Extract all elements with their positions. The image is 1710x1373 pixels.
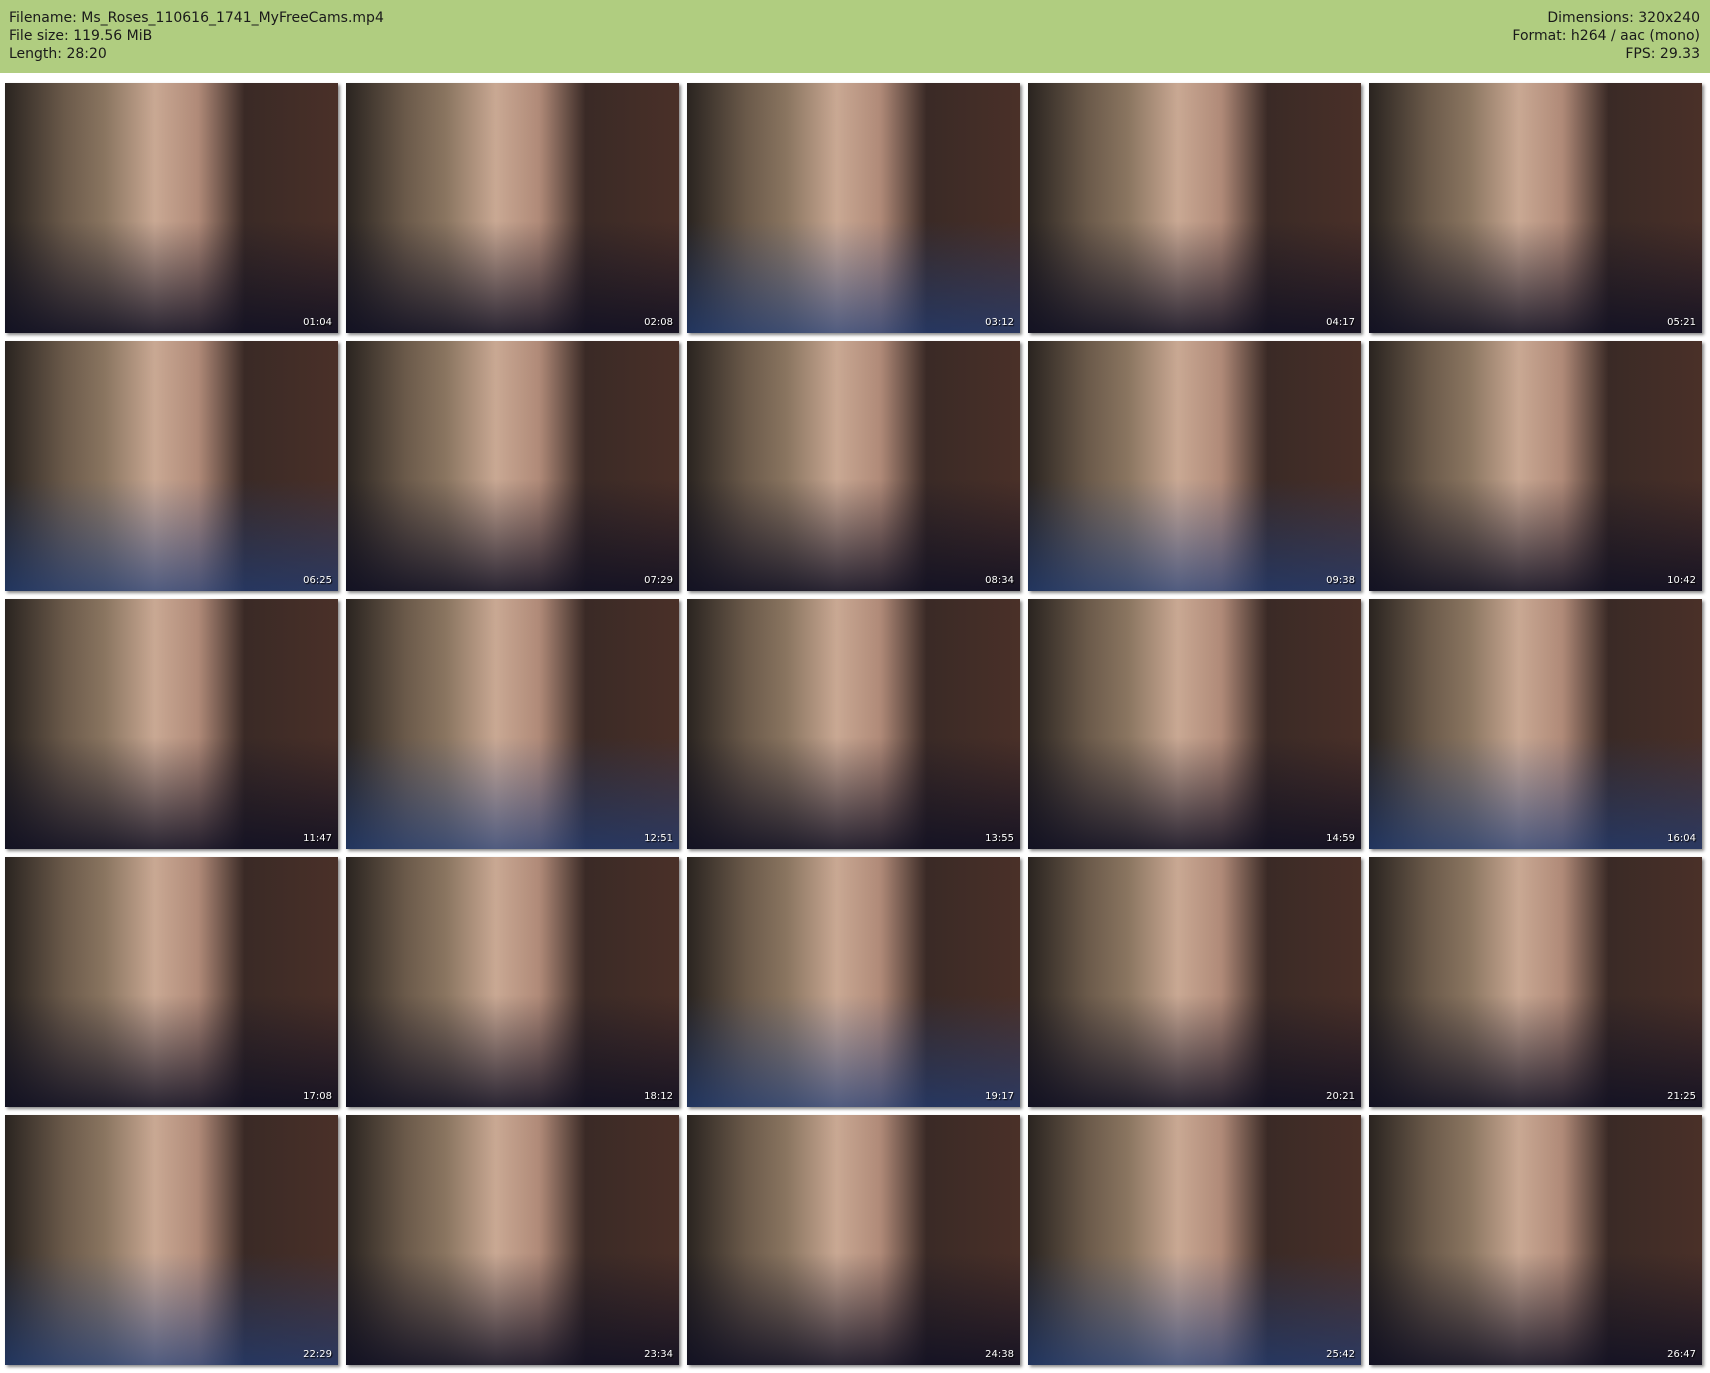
video-frame-thumbnail: 07:29 [346, 341, 679, 591]
video-frame-thumbnail: 14:59 [1028, 599, 1361, 849]
frame-timestamp: 24:38 [985, 1349, 1014, 1360]
video-frame-thumbnail: 26:47 [1369, 1115, 1702, 1365]
info-header: Filename: Ms_Roses_110616_1741_MyFreeCam… [0, 0, 1710, 73]
video-frame-thumbnail: 12:51 [346, 599, 679, 849]
video-frame-thumbnail: 01:04 [5, 83, 338, 333]
video-frame-thumbnail: 17:08 [5, 857, 338, 1107]
fps: FPS: 29.33 [1625, 46, 1700, 62]
frame-timestamp: 03:12 [985, 317, 1014, 328]
video-frame-thumbnail: 04:17 [1028, 83, 1361, 333]
video-frame-thumbnail: 22:29 [5, 1115, 338, 1365]
video-frame-thumbnail: 10:42 [1369, 341, 1702, 591]
video-frame-thumbnail: 03:12 [687, 83, 1020, 333]
frame-timestamp: 25:42 [1326, 1349, 1355, 1360]
frame-timestamp: 22:29 [303, 1349, 332, 1360]
frame-timestamp: 11:47 [303, 833, 332, 844]
video-frame-thumbnail: 19:17 [687, 857, 1020, 1107]
video-frame-thumbnail: 06:25 [5, 341, 338, 591]
header-left: Filename: Ms_Roses_110616_1741_MyFreeCam… [9, 9, 384, 63]
video-frame-thumbnail: 13:55 [687, 599, 1020, 849]
video-frame-thumbnail: 25:42 [1028, 1115, 1361, 1365]
dimensions: Dimensions: 320x240 [1547, 10, 1700, 26]
frame-timestamp: 16:04 [1667, 833, 1696, 844]
format: Format: h264 / aac (mono) [1512, 28, 1700, 44]
frame-timestamp: 23:34 [644, 1349, 673, 1360]
frame-timestamp: 01:04 [303, 317, 332, 328]
filename: Filename: Ms_Roses_110616_1741_MyFreeCam… [9, 10, 384, 26]
frame-timestamp: 07:29 [644, 575, 673, 586]
frame-timestamp: 09:38 [1326, 575, 1355, 586]
frame-timestamp: 19:17 [985, 1091, 1014, 1102]
frame-timestamp: 17:08 [303, 1091, 332, 1102]
video-frame-thumbnail: 11:47 [5, 599, 338, 849]
video-frame-thumbnail: 16:04 [1369, 599, 1702, 849]
video-frame-thumbnail: 20:21 [1028, 857, 1361, 1107]
frame-timestamp: 18:12 [644, 1091, 673, 1102]
frame-timestamp: 08:34 [985, 575, 1014, 586]
frame-timestamp: 13:55 [985, 833, 1014, 844]
video-frame-thumbnail: 09:38 [1028, 341, 1361, 591]
frame-timestamp: 26:47 [1667, 1349, 1696, 1360]
frame-timestamp: 05:21 [1667, 317, 1696, 328]
file-size: File size: 119.56 MiB [9, 28, 153, 44]
video-frame-thumbnail: 18:12 [346, 857, 679, 1107]
frame-timestamp: 04:17 [1326, 317, 1355, 328]
frame-timestamp: 10:42 [1667, 575, 1696, 586]
thumbnail-grid: 01:04 02:08 03:12 04:17 05:21 06:25 07:29 08:34… [5, 83, 1702, 1365]
video-frame-thumbnail: 23:34 [346, 1115, 679, 1365]
video-frame-thumbnail: 24:38 [687, 1115, 1020, 1365]
frame-timestamp: 12:51 [644, 833, 673, 844]
length: Length: 28:20 [9, 46, 107, 62]
video-frame-thumbnail: 02:08 [346, 83, 679, 333]
video-frame-thumbnail: 21:25 [1369, 857, 1702, 1107]
frame-timestamp: 20:21 [1326, 1091, 1355, 1102]
frame-timestamp: 02:08 [644, 317, 673, 328]
frame-timestamp: 14:59 [1326, 833, 1355, 844]
video-frame-thumbnail: 05:21 [1369, 83, 1702, 333]
frame-timestamp: 06:25 [303, 575, 332, 586]
video-frame-thumbnail: 08:34 [687, 341, 1020, 591]
frame-timestamp: 21:25 [1667, 1091, 1696, 1102]
header-right: Dimensions: 320x240 Format: h264 / aac (… [1512, 9, 1700, 63]
